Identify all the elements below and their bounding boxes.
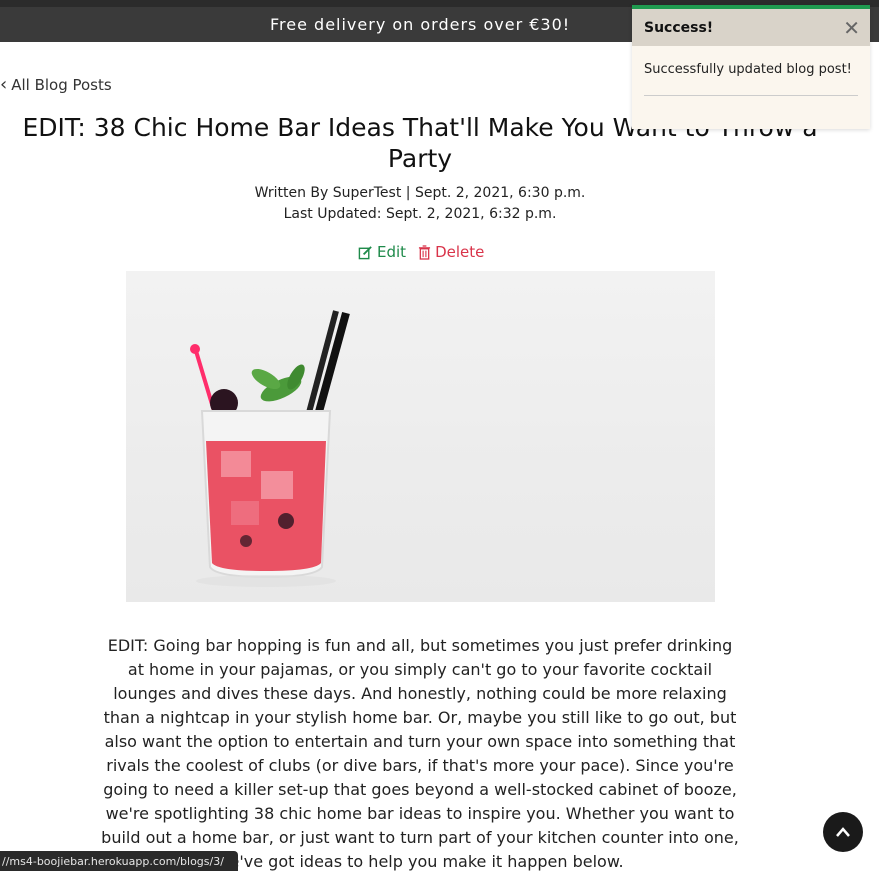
edit-label: Edit — [377, 243, 407, 261]
back-to-blog-link[interactable]: ‹ All Blog Posts — [0, 74, 112, 95]
toast-divider — [644, 95, 858, 96]
edit-icon — [358, 245, 372, 259]
success-toast: Success! ✕ Successfully updated blog pos… — [632, 5, 870, 129]
close-icon[interactable]: ✕ — [843, 18, 860, 38]
toast-header: Success! ✕ — [632, 9, 870, 46]
post-actions: Edit Delete — [358, 243, 484, 261]
edit-post-button[interactable]: Edit — [358, 243, 406, 261]
delivery-banner-text: Free delivery on orders over €30! — [270, 15, 571, 34]
scroll-to-top-button[interactable] — [823, 812, 863, 852]
cocktail-illustration — [190, 310, 350, 587]
post-hero-image — [126, 271, 715, 602]
post-author-date: Written By SuperTest | Sept. 2, 2021, 6:… — [254, 185, 586, 201]
post-last-updated: Last Updated: Sept. 2, 2021, 6:32 p.m. — [283, 206, 557, 222]
toast-title: Success! — [644, 19, 714, 36]
back-link-label: All Blog Posts — [11, 76, 112, 94]
chevron-left-icon: ‹ — [0, 74, 8, 95]
delete-label: Delete — [435, 243, 485, 261]
trash-icon — [418, 244, 431, 260]
post-body: EDIT: Going bar hopping is fun and all, … — [101, 636, 739, 871]
chevron-up-icon — [836, 827, 850, 837]
status-bar-url: //ms4-boojiebar.herokuapp.com/blogs/3/ — [0, 851, 238, 871]
toast-message: Successfully updated blog post! — [644, 62, 852, 77]
delete-post-button[interactable]: Delete — [418, 243, 484, 261]
